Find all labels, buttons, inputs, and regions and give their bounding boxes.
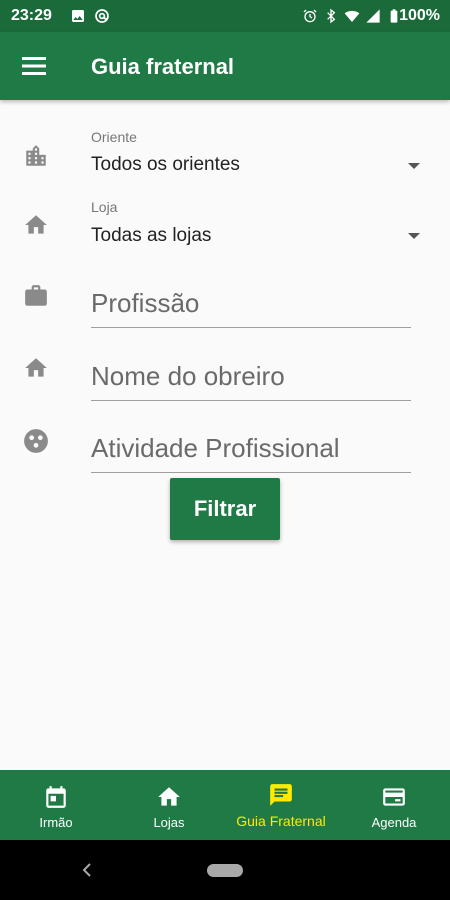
page-title: Guia fraternal [91, 54, 235, 79]
home-icon [25, 215, 47, 234]
app-bar: Guia fraternal [0, 32, 450, 100]
nav-item-lojas[interactable]: Lojas [113, 770, 225, 840]
system-nav-bar [0, 840, 450, 900]
home-pill[interactable] [207, 864, 243, 877]
nav-label-irmao: Irmão [39, 815, 73, 830]
city-icon [26, 145, 46, 166]
battery-percent: 100% [399, 7, 440, 24]
wifi-icon [344, 10, 360, 22]
alarm-icon [303, 9, 317, 23]
calendar-icon [46, 786, 66, 808]
home-icon [158, 787, 180, 806]
nome-obreiro-field [91, 350, 411, 401]
nav-label-lojas: Lojas [153, 815, 185, 830]
message-icon [270, 784, 292, 806]
nav-item-agenda[interactable]: Agenda [338, 770, 450, 840]
nome-obreiro-input[interactable] [91, 358, 409, 394]
nav-item-irmao[interactable]: Irmão [0, 770, 112, 840]
back-icon[interactable] [80, 862, 94, 878]
nav-item-guia-fraternal[interactable]: Guia Fraternal [225, 770, 337, 840]
bluetooth-icon [327, 8, 336, 24]
chevron-down-icon[interactable] [408, 163, 420, 169]
atividade-field [91, 422, 411, 473]
status-time: 23:29 [11, 7, 52, 24]
signal-icon [366, 9, 380, 23]
card-icon [383, 788, 405, 806]
profissao-input[interactable] [91, 285, 409, 321]
loja-select[interactable]: Todas as lojas [91, 225, 211, 247]
profissao-field [91, 277, 411, 328]
at-sign-icon [95, 9, 109, 23]
menu-icon[interactable] [22, 54, 48, 78]
nav-label-agenda: Agenda [371, 815, 417, 830]
image-icon [72, 10, 84, 22]
atividade-input[interactable] [91, 430, 409, 466]
loja-label: Loja [91, 199, 118, 215]
oriente-label: Oriente [91, 129, 137, 145]
chevron-down-icon[interactable] [408, 233, 420, 239]
filter-button[interactable]: Filtrar [170, 478, 280, 540]
oriente-select[interactable]: Todos os orientes [91, 154, 240, 176]
briefcase-icon [25, 285, 47, 306]
nav-label-guia-fraternal: Guia Fraternal [236, 813, 326, 829]
grain-icon [24, 429, 48, 453]
status-bar: 23:29 100% [0, 0, 450, 32]
home-icon [25, 358, 47, 377]
bottom-nav: Irmão Lojas Guia Fraternal Agenda [0, 770, 450, 840]
